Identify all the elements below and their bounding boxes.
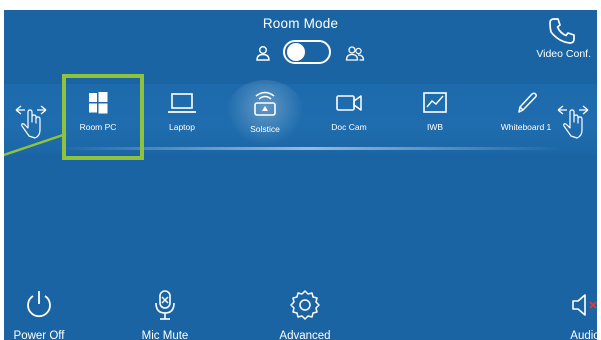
source-whiteboard-1[interactable]: Whiteboard 1 [486,90,566,132]
gear-icon [290,290,320,320]
pen-icon [518,92,537,113]
source-label: IWB [426,122,444,132]
advanced-label: Advanced [279,330,331,340]
doc-cam-icon [336,95,362,111]
video-conf-button[interactable]: Video Conf. [511,16,591,60]
control-panel: Room Mode Video Conf. Room PC Laptop Sol… [4,10,597,340]
source-label: Whiteboard 1 [500,122,552,132]
swipe-left-icon[interactable] [12,102,50,142]
speaker-mute-icon [572,294,597,316]
mic-mute-icon [155,290,175,320]
source-iwb[interactable]: IWB [395,90,475,132]
room-mode-title: Room Mode [262,16,339,31]
toggle-knob [287,43,305,61]
source-label: Laptop [169,122,195,132]
power-off-label: Power Off [13,330,65,340]
advanced-button[interactable]: Advanced [260,288,350,340]
power-off-button[interactable]: Power Off [4,288,84,340]
multi-user-icon[interactable] [344,44,366,62]
iwb-icon [423,92,447,113]
room-mode-toggle[interactable] [283,40,331,64]
power-icon [27,291,51,318]
source-solstice[interactable]: Solstice [225,90,305,134]
selection-highlight-box [62,74,144,160]
single-user-icon[interactable] [254,44,272,62]
mic-mute-label: Mic Mute [141,330,189,340]
audio-label: Audio [570,330,597,340]
source-doc-cam[interactable]: Doc Cam [309,90,389,132]
room-mode-header: Room Mode [4,16,597,31]
room-mode-selector [248,40,378,66]
source-laptop[interactable]: Laptop [142,90,222,132]
source-label: Doc Cam [331,122,367,132]
video-conf-label: Video Conf. [536,48,591,60]
phone-icon [549,18,575,44]
laptop-icon [168,93,196,113]
audio-button[interactable]: Audio [540,288,597,340]
source-label: Solstice [250,124,280,134]
solstice-icon [254,91,276,116]
mic-mute-button[interactable]: Mic Mute [120,288,210,340]
